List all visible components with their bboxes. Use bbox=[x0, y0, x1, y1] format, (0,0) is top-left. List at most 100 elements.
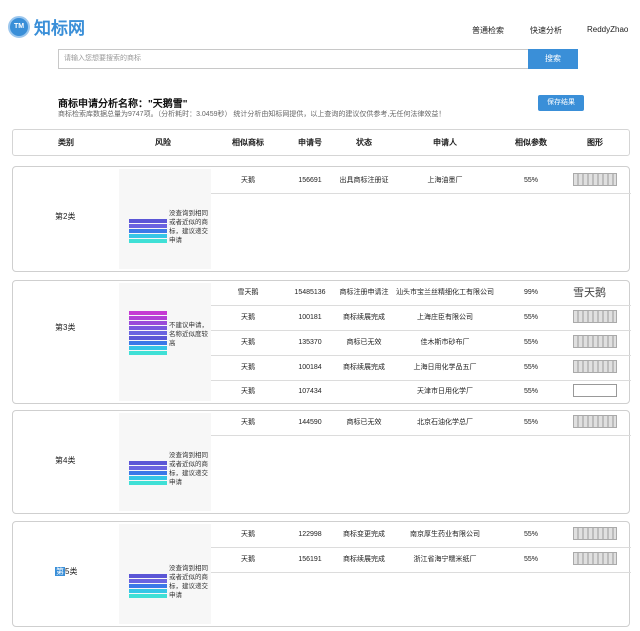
risk-bar bbox=[129, 336, 167, 340]
trademark-image[interactable] bbox=[573, 360, 617, 373]
risk-panel: 没查询到相同或者近似的商标，建议递交申请 bbox=[119, 169, 211, 269]
risk-bar bbox=[129, 311, 167, 315]
risk-advice: 没查询到相同或者近似的商标，建议递交申请 bbox=[169, 210, 208, 244]
nav-quick-analysis[interactable]: 快速分析 bbox=[530, 25, 562, 36]
similarity: 55% bbox=[523, 388, 539, 395]
save-result-button[interactable]: 保存结果 bbox=[538, 95, 584, 111]
risk-panel: 没查询到相同或者近似的商标，建议递交申请 bbox=[119, 413, 211, 511]
risk-bar bbox=[129, 466, 167, 470]
category-label: 第2类 bbox=[55, 212, 76, 221]
table-row[interactable]: 雪天鹅 15485136 商标注册申请注 汕头市宝兰丝精细化工有限公司 99% … bbox=[211, 281, 631, 306]
risk-bar bbox=[129, 234, 167, 238]
risk-bar bbox=[129, 471, 167, 475]
risk-bar bbox=[129, 481, 167, 485]
table-row[interactable]: 天鹅 156191 商标续展完成 浙江省海宁糯米纸厂 55% bbox=[211, 548, 631, 573]
similar-mark: 天鹅 bbox=[241, 364, 255, 371]
similarity: 55% bbox=[523, 531, 539, 538]
similar-mark: 雪天鹅 bbox=[237, 289, 259, 296]
status: 商标续展完成 bbox=[343, 364, 385, 371]
class-group-5: 第5类 没查询到相同或者近似的商标，建议递交申请 天鹅 122998 商标变更完… bbox=[12, 521, 631, 627]
col-header-status: 状态 bbox=[356, 138, 372, 147]
applicant: 天津市日用化学厂 bbox=[417, 388, 473, 395]
trademark-image[interactable] bbox=[573, 384, 617, 397]
similar-mark: 天鹅 bbox=[241, 419, 255, 426]
applicant: 浙江省海宁糯米纸厂 bbox=[413, 556, 477, 563]
risk-bar bbox=[129, 239, 167, 243]
site-logo[interactable]: TM 知标网 bbox=[8, 14, 85, 39]
risk-bar bbox=[129, 229, 167, 233]
category-label-rest: 5类 bbox=[65, 567, 78, 576]
app-no: 135370 bbox=[298, 339, 322, 346]
class-group-2: 第2类 没查询到相同或者近似的商标，建议递交申请 天鹅 156691 出具商标注… bbox=[12, 166, 631, 272]
app-no: 100184 bbox=[298, 364, 322, 371]
table-row[interactable]: 天鹅 135370 商标已无效 佳木斯市砂布厂 55% bbox=[211, 331, 631, 356]
applicant: 上海日用化学品五厂 bbox=[413, 364, 477, 371]
table-row[interactable]: 天鹅 144590 商标已无效 北京石油化学总厂 55% bbox=[211, 411, 631, 436]
risk-bar bbox=[129, 346, 167, 350]
table-row[interactable]: 天鹅 100184 商标续展完成 上海日用化学品五厂 55% bbox=[211, 356, 631, 381]
risk-bar bbox=[129, 326, 167, 330]
risk-bar bbox=[129, 579, 167, 583]
risk-level-bars bbox=[129, 574, 167, 599]
similarity: 55% bbox=[523, 314, 539, 321]
status: 商标已无效 bbox=[346, 419, 382, 426]
app-no: 100181 bbox=[298, 314, 322, 321]
risk-level-bars bbox=[129, 461, 167, 486]
col-header-risk: 风险 bbox=[155, 138, 171, 147]
status: 出具商标注册证 bbox=[339, 177, 389, 184]
trademark-image[interactable] bbox=[573, 173, 617, 186]
similar-mark: 天鹅 bbox=[241, 314, 255, 321]
similar-mark: 天鹅 bbox=[241, 556, 255, 563]
risk-bar bbox=[129, 321, 167, 325]
risk-bar bbox=[129, 584, 167, 588]
trademark-image[interactable] bbox=[573, 552, 617, 565]
risk-advice: 不建议申请，名称近似度较高 bbox=[169, 322, 208, 347]
status: 商标续展完成 bbox=[343, 556, 385, 563]
class-group-4: 第4类 没查询到相同或者近似的商标，建议递交申请 天鹅 144590 商标已无效… bbox=[12, 410, 631, 514]
applicant: 上海庄臣有限公司 bbox=[417, 314, 473, 321]
table-row[interactable]: 天鹅 107434 天津市日用化学厂 55% bbox=[211, 380, 631, 405]
risk-level-bars bbox=[129, 219, 167, 244]
trademark-image[interactable] bbox=[573, 527, 617, 540]
top-header: TM 知标网 普通检索 快速分析 ReddyZhao bbox=[0, 0, 640, 44]
category-label-highlight: 第 bbox=[55, 567, 65, 576]
risk-level-bars bbox=[129, 311, 167, 356]
risk-bar bbox=[129, 461, 167, 465]
col-header-category: 类别 bbox=[58, 138, 74, 147]
search-input[interactable]: 请输入您想要搜索的商标 bbox=[58, 49, 528, 69]
risk-bar bbox=[129, 316, 167, 320]
risk-bar bbox=[129, 351, 167, 355]
similarity: 55% bbox=[523, 556, 539, 563]
table-row[interactable]: 天鹅 156691 出具商标注册证 上海油墨厂 55% bbox=[211, 169, 631, 194]
trademark-image[interactable] bbox=[573, 335, 617, 348]
trademark-image[interactable] bbox=[573, 415, 617, 428]
nav-normal-search[interactable]: 普通检索 bbox=[472, 25, 504, 36]
status: 商标续展完成 bbox=[343, 314, 385, 321]
search-button[interactable]: 搜索 bbox=[528, 49, 578, 69]
status: 商标注册申请注 bbox=[339, 289, 389, 296]
app-no: 107434 bbox=[298, 388, 322, 395]
applicant: 南京厚生药业有限公司 bbox=[410, 531, 480, 538]
category-label: 第3类 bbox=[55, 323, 76, 332]
table-row[interactable]: 天鹅 122998 商标变更完成 南京厚生药业有限公司 55% bbox=[211, 523, 631, 548]
risk-advice: 没查询到相同或者近似的商标，建议递交申请 bbox=[169, 452, 208, 486]
table-row[interactable]: 天鹅 100181 商标续展完成 上海庄臣有限公司 55% bbox=[211, 306, 631, 331]
table-header: 类别 风险 相似商标 申请号 状态 申请人 相似参数 图形 bbox=[12, 129, 630, 156]
risk-bar bbox=[129, 341, 167, 345]
risk-bar bbox=[129, 219, 167, 223]
applicant: 北京石油化学总厂 bbox=[417, 419, 473, 426]
col-header-image: 图形 bbox=[587, 138, 603, 147]
nav-user-name[interactable]: ReddyZhao bbox=[587, 25, 628, 34]
app-no: 122998 bbox=[298, 531, 322, 538]
similar-mark: 天鹅 bbox=[241, 531, 255, 538]
trademark-image-text[interactable]: 雪天鹅 bbox=[573, 281, 606, 305]
trademark-image[interactable] bbox=[573, 310, 617, 323]
class-group-3: 第3类 不建议申请，名称近似度较高 雪天鹅 15485136 商标注册申请注 汕… bbox=[12, 280, 631, 405]
app-no: 156691 bbox=[298, 177, 322, 184]
applicant: 佳木斯市砂布厂 bbox=[420, 339, 470, 346]
risk-bar bbox=[129, 476, 167, 480]
applicant: 上海油墨厂 bbox=[427, 177, 463, 184]
risk-bar bbox=[129, 224, 167, 228]
tm-logo-icon: TM bbox=[8, 15, 30, 38]
analysis-summary: 商标检索库数据总量为9747项。（分析耗时：3.0459秒） 统计分析由知标网提… bbox=[58, 111, 446, 118]
